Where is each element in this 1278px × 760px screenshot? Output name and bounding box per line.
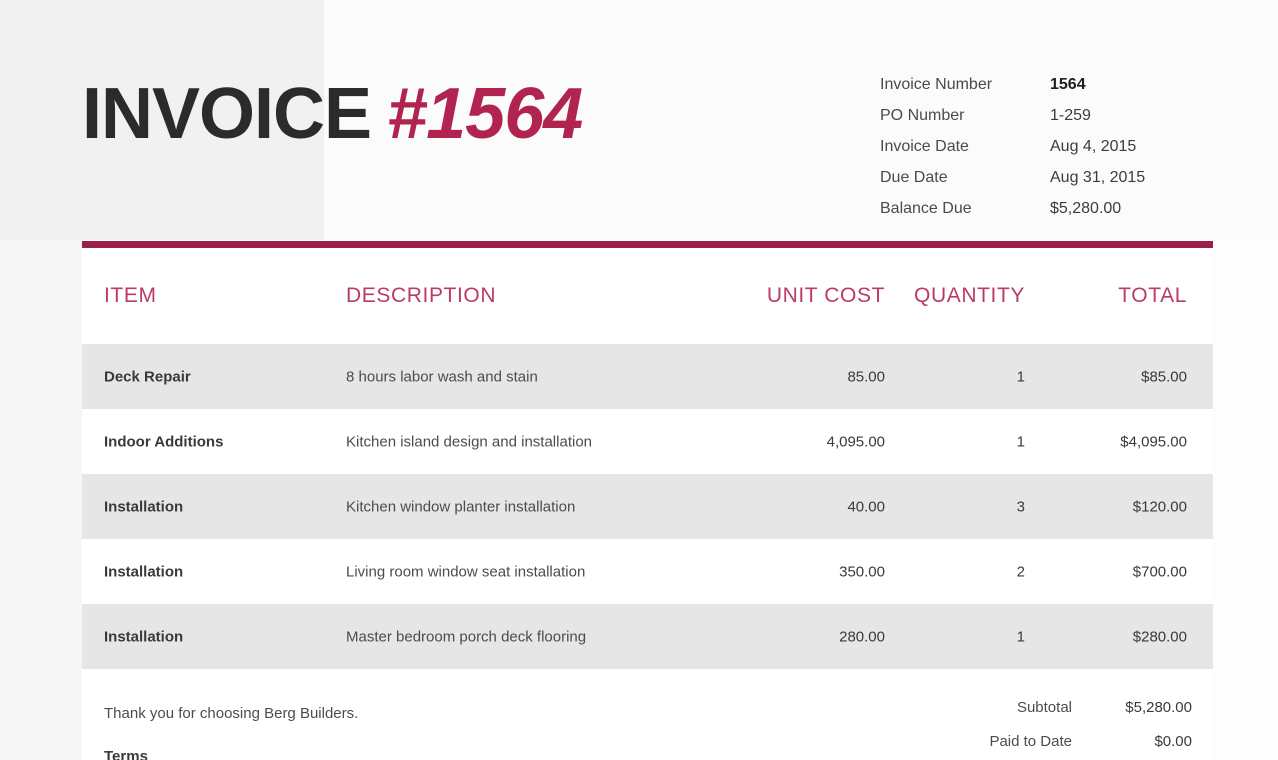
totals-block: Subtotal $5,280.00 Paid to Date $0.00 bbox=[782, 699, 1192, 760]
meta-value-po-number: 1-259 bbox=[1050, 107, 1091, 124]
meta-value-invoice-date: Aug 4, 2015 bbox=[1050, 138, 1137, 155]
cell-unit-cost: 40.00 bbox=[847, 498, 885, 515]
meta-label-invoice-date: Invoice Date bbox=[880, 138, 969, 155]
invoice-title-word: INVOICE bbox=[82, 74, 372, 154]
totals-value-subtotal: $5,280.00 bbox=[1125, 699, 1192, 716]
cell-unit-cost: 85.00 bbox=[847, 368, 885, 385]
invoice-title-number: #1564 bbox=[387, 74, 583, 154]
cell-description: Master bedroom porch deck flooring bbox=[346, 628, 587, 645]
meta-value-balance-due: $5,280.00 bbox=[1050, 200, 1122, 217]
table-row: Indoor Additions Kitchen island design a… bbox=[82, 409, 1213, 474]
column-header-unit-cost: UNIT COST bbox=[766, 284, 885, 307]
cell-item: Installation bbox=[104, 628, 184, 645]
accent-divider bbox=[82, 241, 1213, 248]
table-row: Installation Master bedroom porch deck f… bbox=[82, 604, 1213, 669]
meta-row-invoice-number: Invoice Number 1564 bbox=[880, 76, 1210, 107]
cell-description: Kitchen island design and installation bbox=[346, 433, 592, 450]
cell-description: Living room window seat installation bbox=[346, 563, 586, 580]
terms-heading: Terms bbox=[104, 748, 148, 760]
cell-total: $120.00 bbox=[1132, 498, 1187, 515]
table-row: Installation Kitchen window planter inst… bbox=[82, 474, 1213, 539]
meta-row-po-number: PO Number 1-259 bbox=[880, 107, 1210, 138]
invoice-page: INVOICE #1564 Invoice Number 1564 PO Numb… bbox=[0, 0, 1278, 760]
cell-quantity: 1 bbox=[1016, 368, 1025, 385]
cell-total: $4,095.00 bbox=[1120, 433, 1187, 450]
cell-description: Kitchen window planter installation bbox=[346, 498, 576, 515]
invoice-meta-block: Invoice Number 1564 PO Number 1-259 Invo… bbox=[880, 76, 1210, 231]
page-right-gutter bbox=[1213, 240, 1278, 760]
cell-quantity: 1 bbox=[1016, 628, 1025, 645]
totals-row-subtotal: Subtotal $5,280.00 bbox=[782, 699, 1192, 733]
cell-unit-cost: 4,095.00 bbox=[826, 433, 885, 450]
column-header-total: TOTAL bbox=[1118, 284, 1187, 307]
cell-description: 8 hours labor wash and stain bbox=[346, 368, 538, 385]
thank-you-note: Thank you for choosing Berg Builders. bbox=[104, 705, 359, 722]
table-row: Installation Living room window seat ins… bbox=[82, 539, 1213, 604]
meta-label-balance-due: Balance Due bbox=[880, 200, 972, 217]
meta-value-due-date: Aug 31, 2015 bbox=[1050, 169, 1146, 186]
meta-row-balance-due: Balance Due $5,280.00 bbox=[880, 200, 1210, 231]
cell-quantity: 3 bbox=[1016, 498, 1025, 515]
meta-row-invoice-date: Invoice Date Aug 4, 2015 bbox=[880, 138, 1210, 169]
totals-label-paid-to-date: Paid to Date bbox=[989, 733, 1072, 750]
meta-label-due-date: Due Date bbox=[880, 169, 948, 186]
cell-quantity: 1 bbox=[1016, 433, 1025, 450]
cell-total: $280.00 bbox=[1132, 628, 1187, 645]
table-row: Deck Repair 8 hours labor wash and stain… bbox=[82, 344, 1213, 409]
column-header-description: DESCRIPTION bbox=[346, 284, 497, 307]
totals-value-paid-to-date: $0.00 bbox=[1154, 733, 1192, 750]
column-header-quantity: QUANTITY bbox=[914, 284, 1025, 307]
cell-unit-cost: 350.00 bbox=[839, 563, 885, 580]
table-header-row: ITEM DESCRIPTION UNIT COST QUANTITY TOTA… bbox=[82, 248, 1213, 344]
totals-row-paid-to-date: Paid to Date $0.00 bbox=[782, 733, 1192, 760]
meta-value-invoice-number: 1564 bbox=[1050, 76, 1086, 93]
page-left-gutter bbox=[0, 240, 82, 760]
cell-item: Deck Repair bbox=[104, 368, 191, 385]
totals-label-subtotal: Subtotal bbox=[1016, 699, 1072, 716]
line-items-table: ITEM DESCRIPTION UNIT COST QUANTITY TOTA… bbox=[82, 248, 1213, 669]
cell-item: Installation bbox=[104, 563, 184, 580]
page-title: INVOICE #1564 bbox=[82, 72, 583, 156]
cell-item: Indoor Additions bbox=[104, 433, 224, 450]
cell-total: $700.00 bbox=[1132, 563, 1187, 580]
cell-unit-cost: 280.00 bbox=[839, 628, 885, 645]
meta-label-po-number: PO Number bbox=[880, 107, 965, 124]
meta-label-invoice-number: Invoice Number bbox=[880, 76, 993, 93]
meta-row-due-date: Due Date Aug 31, 2015 bbox=[880, 169, 1210, 200]
cell-item: Installation bbox=[104, 498, 184, 515]
cell-total: $85.00 bbox=[1141, 368, 1187, 385]
cell-quantity: 2 bbox=[1016, 563, 1025, 580]
column-header-item: ITEM bbox=[104, 284, 157, 307]
invoice-footer: Thank you for choosing Berg Builders. Te… bbox=[82, 673, 1213, 760]
